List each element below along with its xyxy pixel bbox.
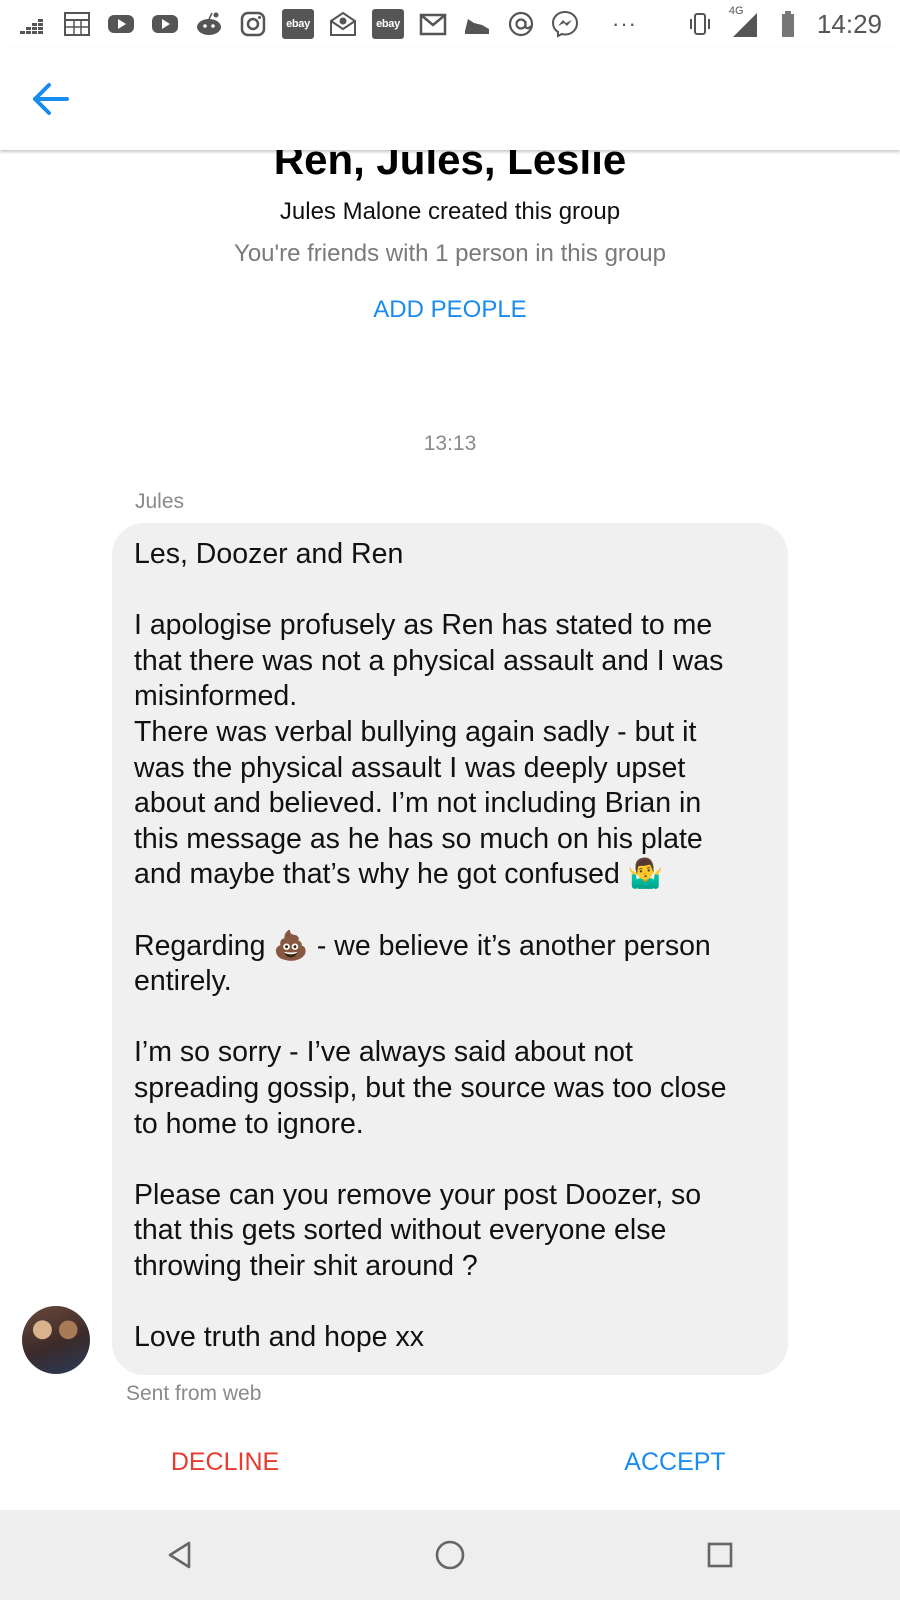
signal-icon: 4G	[729, 5, 759, 39]
message-line: I’m so sorry - I’ve always said about no…	[134, 1036, 633, 1069]
status-bar: ebay ebay ··· 4G 14:29	[0, 0, 900, 48]
shoe-icon	[462, 9, 492, 39]
message-line: and maybe that’s why he got confused 🤷‍♂…	[134, 858, 664, 891]
instagram-icon	[238, 9, 268, 39]
message-line: that this gets sorted without everyone e…	[134, 1214, 667, 1247]
messenger-icon	[550, 9, 580, 39]
triangle-back-icon	[168, 1541, 191, 1569]
youtube-icon	[106, 9, 136, 39]
message-line	[134, 1142, 766, 1178]
message-line	[134, 1284, 766, 1320]
network-type: 4G	[728, 5, 744, 17]
ebay-icon: ebay	[282, 9, 314, 39]
nav-home-button[interactable]	[425, 1530, 475, 1580]
gmail-icon	[418, 9, 448, 39]
status-time: 14:29	[816, 8, 882, 39]
message-line: Love truth and hope xx	[134, 1321, 424, 1354]
system-indicators: 4G 14:29	[685, 5, 882, 40]
message-line: entirely.	[134, 965, 232, 998]
square-recents-icon	[707, 1542, 733, 1568]
reddit-icon	[194, 9, 224, 39]
message-bubble[interactable]: Les, Doozer and Ren I apologise profusel…	[112, 523, 788, 1375]
message-line	[134, 1000, 766, 1036]
arrow-left-icon	[33, 83, 69, 115]
spreadsheet-icon	[62, 9, 92, 39]
nav-back-button[interactable]	[155, 1530, 205, 1580]
accept-button[interactable]: ACCEPT	[600, 1448, 750, 1477]
message-line: this message as he has so much on his pl…	[134, 822, 703, 855]
message-line: Regarding 💩 - we believe it’s another pe…	[134, 929, 711, 962]
battery-icon	[773, 9, 803, 39]
message-line	[134, 893, 766, 929]
message-line: to home to ignore.	[134, 1107, 364, 1140]
message-line: Les, Doozer and Ren	[134, 538, 404, 570]
ebay-icon: ebay	[372, 9, 404, 39]
circle-home-icon	[435, 1540, 465, 1570]
message-line: misinformed.	[134, 680, 298, 713]
group-friends-info: You're friends with 1 person in this gro…	[234, 240, 666, 267]
sender-name: Jules	[135, 490, 185, 513]
message-line: I apologise profusely as Ren has stated …	[134, 609, 713, 642]
nav-recents-button[interactable]	[695, 1530, 745, 1580]
decline-button[interactable]: DECLINE	[150, 1448, 300, 1477]
sent-from-label: Sent from web	[126, 1382, 262, 1405]
youtube-icon	[150, 9, 180, 39]
message-line: was the physical assault I was deeply up…	[134, 751, 686, 784]
more-notifications-icon: ···	[612, 11, 637, 36]
navigation-bar	[0, 1510, 900, 1600]
group-created-by: Jules Malone created this group	[279, 198, 621, 225]
message-line: There was verbal bullying again sadly - …	[134, 715, 697, 748]
message-timestamp: 13:13	[423, 432, 477, 455]
vibrate-icon	[685, 9, 715, 39]
message-line	[134, 573, 766, 609]
mail-icon	[328, 9, 358, 39]
notification-icons: ebay ebay ···	[18, 9, 637, 39]
app-header	[0, 48, 900, 150]
back-button[interactable]	[26, 74, 76, 124]
at-icon	[506, 9, 536, 39]
message-line: about and believed. I’m not including Br…	[134, 787, 702, 820]
message-line: throwing their shit around ?	[134, 1249, 478, 1282]
message-line: spreading gossip, but the source was too…	[134, 1071, 727, 1104]
avatar[interactable]	[22, 1306, 90, 1374]
message-line: Please can you remove your post Doozer, …	[134, 1178, 702, 1211]
messenger-screen: ebay ebay ··· 4G 14:29 Ren, Jules, Lesli…	[0, 0, 900, 1600]
add-people-button[interactable]: ADD PEOPLE	[350, 296, 550, 324]
deezer-icon	[18, 9, 48, 39]
message-line: that there was not a physical assault an…	[134, 644, 724, 677]
